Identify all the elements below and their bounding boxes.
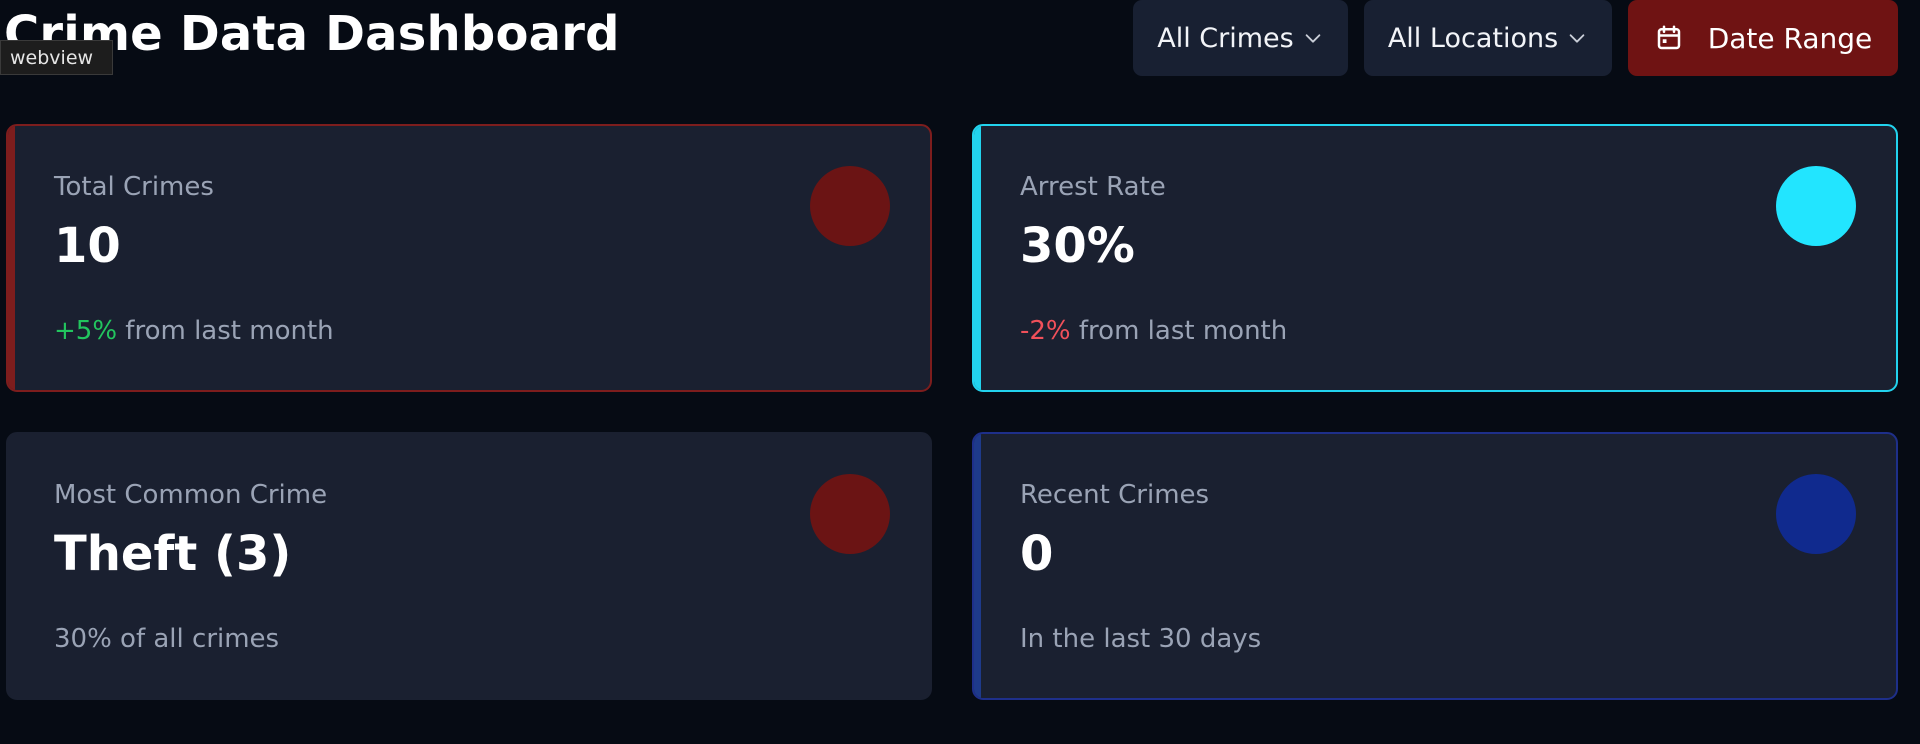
chevron-down-icon: [1305, 34, 1321, 43]
recent-crimes-card: Recent Crimes 0 In the last 30 days: [972, 432, 1898, 700]
status-indicator: [810, 166, 890, 246]
chevron-down-icon: [1569, 34, 1585, 43]
card-accent: [8, 126, 15, 390]
status-indicator: [810, 474, 890, 554]
location-dropdown[interactable]: All Locations: [1364, 0, 1612, 76]
change-value: -2%: [1020, 316, 1071, 346]
card-subtitle: 30% of all crimes: [54, 624, 280, 654]
total-crimes-card: Total Crimes 10 +5% from last month: [6, 124, 932, 392]
card-value: Theft (3): [54, 526, 292, 582]
webview-tag: webview: [0, 40, 113, 75]
card-change: +5% from last month: [54, 316, 334, 346]
card-change: -2% from last month: [1020, 316, 1287, 346]
most-common-crime-card: Most Common Crime Theft (3) 30% of all c…: [6, 432, 932, 700]
card-label: Most Common Crime: [54, 480, 328, 510]
card-label: Arrest Rate: [1020, 172, 1166, 202]
card-value: 10: [54, 218, 121, 274]
card-label: Recent Crimes: [1020, 480, 1210, 510]
card-subtitle: In the last 30 days: [1020, 624, 1262, 654]
dashboard-page: Crime Data Dashboard webview All Crimes …: [0, 0, 1920, 744]
card-label: Total Crimes: [54, 172, 214, 202]
arrest-rate-card: Arrest Rate 30% -2% from last month: [972, 124, 1898, 392]
card-value: 0: [1020, 526, 1054, 582]
filter-toolbar: All Crimes All Locations Date Range: [1133, 0, 1898, 76]
change-value: +5%: [54, 316, 118, 346]
calendar-icon: [1657, 25, 1680, 50]
change-suffix: from last month: [1070, 316, 1288, 346]
status-indicator: [1776, 166, 1856, 246]
date-range-button[interactable]: Date Range: [1628, 0, 1898, 76]
card-value: 30%: [1020, 218, 1135, 274]
crime-type-dropdown-label: All Crimes: [1157, 22, 1294, 54]
card-accent: [974, 126, 981, 390]
crime-type-dropdown[interactable]: All Crimes: [1133, 0, 1348, 76]
date-range-label: Date Range: [1707, 21, 1873, 55]
card-accent: [974, 434, 981, 698]
change-suffix: from last month: [117, 316, 334, 346]
location-dropdown-label: All Locations: [1387, 22, 1559, 54]
status-indicator: [1776, 474, 1856, 554]
